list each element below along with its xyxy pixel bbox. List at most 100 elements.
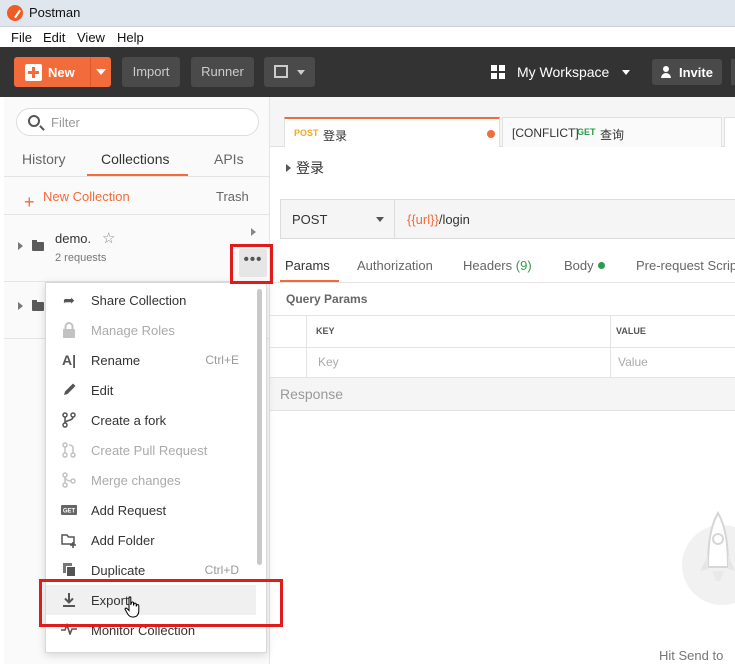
menu-item-label: Rename <box>91 353 141 368</box>
tab-pre-request-script[interactable]: Pre-request Script <box>636 258 735 273</box>
highlight-box-export <box>39 579 283 627</box>
menu-item-manage-roles[interactable]: Manage Roles <box>46 315 256 345</box>
invite-button[interactable]: Invite <box>652 59 722 85</box>
new-button[interactable]: New <box>14 57 111 87</box>
unsaved-dot-icon <box>487 130 495 138</box>
menu-item-shortcut: Ctrl+D <box>204 563 239 577</box>
tab-params[interactable]: Params <box>285 258 330 273</box>
request-tab-login[interactable]: POST 登录 <box>284 117 500 147</box>
tabs-divider <box>4 176 270 177</box>
tab-authorization[interactable]: Authorization <box>357 258 433 273</box>
menu-item-add-folder[interactable]: Add Folder <box>46 525 256 555</box>
request-tab-query[interactable]: [CONFLICT] GET 查询 <box>502 117 722 147</box>
svg-text:GET: GET <box>63 509 76 515</box>
window-title-bar: Postman <box>0 0 735 27</box>
divider <box>270 282 735 283</box>
query-params-table: KEY VALUE Key Value <box>270 315 735 378</box>
collapse-arrow-icon[interactable] <box>18 242 23 250</box>
column-divider <box>306 316 307 378</box>
rename-icon: A| <box>61 352 77 368</box>
tab-apis[interactable]: APIs <box>214 151 244 167</box>
collection-request-count: 2 requests <box>55 252 107 264</box>
import-button[interactable]: Import <box>122 57 180 87</box>
menu-item-add-request[interactable]: GET Add Request <box>46 495 256 525</box>
url-bar: POST {{url}}/login <box>280 199 735 239</box>
caret-right-icon[interactable] <box>286 164 291 172</box>
lock-icon <box>61 322 77 338</box>
menu-item-label: Share Collection <box>91 293 187 308</box>
folder-icon <box>32 240 44 251</box>
column-divider <box>610 316 611 378</box>
menu-scrollbar[interactable] <box>257 289 262 565</box>
request-tab-bar: POST 登录 [CONFLICT] GET 查询 <box>270 97 735 147</box>
body-label: Body <box>564 258 594 273</box>
workspace-selector[interactable]: My Workspace <box>517 64 609 80</box>
menu-file[interactable]: File <box>11 30 32 45</box>
tab-headers[interactable]: Headers (9) <box>463 258 532 273</box>
fork-icon <box>61 412 77 428</box>
menu-item-label: Edit <box>91 383 114 398</box>
menu-edit[interactable]: Edit <box>43 30 65 45</box>
menu-item-label: Duplicate <box>91 563 146 578</box>
headers-label: Headers <box>463 258 513 273</box>
method-select[interactable]: POST <box>281 200 395 238</box>
menu-item-rename[interactable]: A| Rename Ctrl+E <box>46 345 256 375</box>
share-icon: ➦ <box>63 292 75 308</box>
postman-logo-icon <box>7 5 23 21</box>
menu-item-create-fork[interactable]: Create a fork <box>46 405 256 435</box>
response-bar: Response <box>270 378 735 411</box>
new-dropdown-caret-icon[interactable] <box>96 69 106 75</box>
header-overflow-button[interactable] <box>731 59 735 85</box>
get-request-icon: GET <box>61 502 77 518</box>
query-params-title: Query Params <box>286 292 368 306</box>
tab-body[interactable]: Body <box>564 258 605 273</box>
menu-item-shortcut: Ctrl+E <box>205 353 239 367</box>
add-folder-icon <box>61 532 77 548</box>
menu-item-create-pull-request[interactable]: Create Pull Request <box>46 435 256 465</box>
pencil-icon <box>61 382 77 398</box>
menu-view[interactable]: View <box>77 30 105 45</box>
filter-input[interactable] <box>51 114 241 130</box>
menu-item-label: Manage Roles <box>91 323 175 338</box>
new-window-icon <box>274 65 288 78</box>
menu-item-label: Add Folder <box>91 533 155 548</box>
trash-button[interactable]: Trash <box>216 189 249 204</box>
new-window-button[interactable] <box>264 57 315 87</box>
request-tab-partial[interactable] <box>724 117 735 147</box>
column-header-key: KEY <box>316 326 335 336</box>
url-input[interactable]: {{url}}/login <box>407 212 470 227</box>
body-status-dot-icon <box>597 262 605 269</box>
menu-item-label: Create Pull Request <box>91 443 208 458</box>
menu-item-label: Create a fork <box>91 413 167 428</box>
menu-item-share-collection[interactable]: ➦ Share Collection <box>46 285 256 315</box>
runner-button[interactable]: Runner <box>191 57 254 87</box>
filter-box[interactable] <box>16 108 259 136</box>
request-title[interactable]: 登录 <box>296 158 324 178</box>
menu-item-edit[interactable]: Edit <box>46 375 256 405</box>
headers-count: (9) <box>515 258 532 273</box>
collapse-arrow-icon[interactable] <box>18 302 23 310</box>
chevron-down-icon <box>297 70 305 75</box>
app-header: New Import Runner My Workspace Invite <box>0 47 735 97</box>
tab-history[interactable]: History <box>22 151 66 167</box>
menu-item-merge-changes[interactable]: Merge changes <box>46 465 256 495</box>
star-icon[interactable]: ☆ <box>102 229 115 247</box>
workspace-grid-icon[interactable] <box>491 65 506 80</box>
new-collection-button[interactable]: New Collection <box>43 189 130 204</box>
tab-conflict-label: [CONFLICT] <box>512 126 579 140</box>
url-path: /login <box>438 212 470 227</box>
search-icon <box>28 115 40 127</box>
value-input[interactable]: Value <box>618 355 648 369</box>
menu-item-label: Merge changes <box>91 473 181 488</box>
key-input[interactable]: Key <box>318 355 339 369</box>
tab-method-get: GET <box>577 127 596 137</box>
tab-collections[interactable]: Collections <box>101 151 169 167</box>
new-button-divider <box>90 57 91 87</box>
expand-arrow-icon[interactable] <box>251 228 256 236</box>
workspace-chevron-down-icon[interactable] <box>622 70 630 75</box>
pull-request-icon <box>61 442 77 458</box>
duplicate-icon <box>61 562 77 578</box>
menu-help[interactable]: Help <box>117 30 144 45</box>
table-row-divider <box>270 347 735 348</box>
plus-icon: + <box>24 192 35 212</box>
